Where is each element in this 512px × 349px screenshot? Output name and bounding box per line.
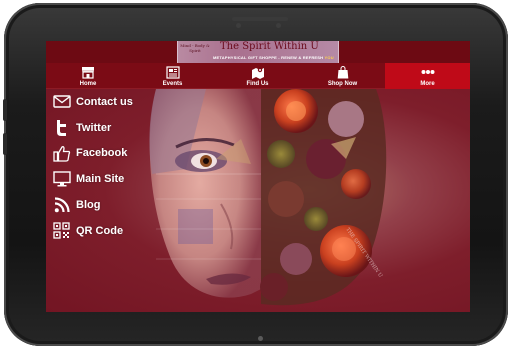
envelope-icon xyxy=(52,92,71,111)
banner-subtitle-emph: YOU xyxy=(324,55,334,60)
menu-item-label: Main Site xyxy=(76,173,125,186)
tab-shop-now[interactable]: Shop Now xyxy=(300,63,385,89)
menu-item-label: Blog xyxy=(76,199,101,212)
bottom-tab-bar: Home Events Find Us Shop Now More xyxy=(46,63,470,89)
menu-item-facebook[interactable]: Facebook xyxy=(46,141,156,167)
sensor xyxy=(276,23,281,28)
tab-home[interactable]: Home xyxy=(46,63,130,89)
home-indicator xyxy=(258,336,263,341)
header-banner: Mind - Body & Spirit The Spirit Within U… xyxy=(46,41,470,63)
tab-find-us[interactable]: Find Us xyxy=(215,63,300,89)
twitter-icon xyxy=(52,118,71,137)
menu-item-main-site[interactable]: Main Site xyxy=(46,166,156,192)
menu-item-label: Twitter xyxy=(76,121,112,134)
tab-events[interactable]: Events xyxy=(130,63,215,89)
tab-events-label: Events xyxy=(162,81,183,87)
newspaper-icon xyxy=(165,65,181,79)
speaker-grille xyxy=(232,17,288,21)
qr-code-icon xyxy=(52,221,71,240)
front-camera xyxy=(236,23,241,28)
menu-item-label: Facebook xyxy=(76,147,128,160)
banner-subtitle: METAPHYSICAL GIFT SHOPPE - RENEW & REFRE… xyxy=(213,55,334,60)
map-icon xyxy=(250,65,266,79)
store-icon xyxy=(80,65,96,79)
menu-item-blog[interactable]: Blog xyxy=(46,192,156,218)
tab-home-label: Home xyxy=(79,81,97,87)
tab-shop-now-label: Shop Now xyxy=(327,81,358,87)
app-screen: Mind - Body & Spirit The Spirit Within U… xyxy=(46,41,470,312)
banner-subtitle-main: METAPHYSICAL GIFT SHOPPE - RENEW & REFRE… xyxy=(213,55,324,60)
brand-logo[interactable]: Mind - Body & Spirit The Spirit Within U… xyxy=(177,41,339,63)
banner-side-text: Mind - Body & Spirit xyxy=(180,43,210,53)
tab-more-label: More xyxy=(420,81,435,87)
menu-item-qr-code[interactable]: QR Code xyxy=(46,218,156,244)
menu-item-label: QR Code xyxy=(76,224,124,237)
power-button xyxy=(3,133,7,155)
banner-title: The Spirit Within U xyxy=(220,41,319,52)
more-menu: Contact us Twitter Facebook Main Site Bl… xyxy=(46,89,156,244)
menu-item-label: Contact us xyxy=(76,95,133,108)
monitor-icon xyxy=(52,170,71,189)
menu-item-twitter[interactable]: Twitter xyxy=(46,115,156,141)
tab-more[interactable]: More xyxy=(385,63,470,89)
volume-button xyxy=(3,99,7,121)
more-dots-icon xyxy=(420,65,436,79)
rss-icon xyxy=(52,196,71,215)
shopping-bag-icon xyxy=(335,65,351,79)
thumbs-up-icon xyxy=(52,144,71,163)
tab-find-us-label: Find Us xyxy=(246,81,269,87)
menu-item-contact-us[interactable]: Contact us xyxy=(46,89,156,115)
